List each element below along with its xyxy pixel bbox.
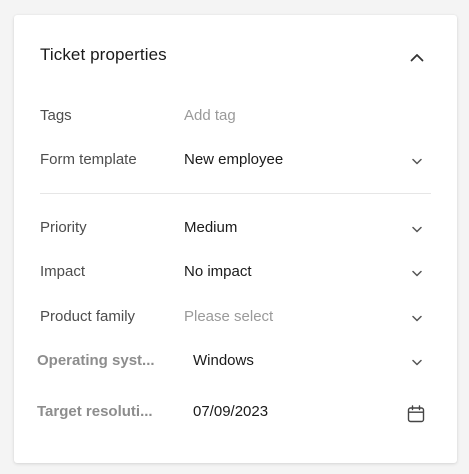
operating-system-value: Windows	[193, 352, 254, 369]
impact-value: No impact	[184, 263, 252, 280]
impact-label: Impact	[40, 263, 86, 280]
field-target-resolution: Target resoluti... 07/09/2023	[14, 394, 457, 430]
field-product-family: Product family Please select	[14, 299, 457, 335]
form-template-select[interactable]: New employee	[174, 142, 444, 178]
chevron-down-icon	[410, 356, 424, 368]
target-resolution-label: Target resoluti...	[37, 403, 153, 420]
chevron-down-icon	[410, 155, 424, 167]
form-template-label: Form template	[40, 151, 137, 168]
form-template-value: New employee	[184, 151, 284, 168]
operating-system-select[interactable]: Windows	[174, 343, 444, 379]
impact-select[interactable]: No impact	[174, 254, 444, 290]
panel-title: Ticket properties	[40, 45, 167, 64]
chevron-down-icon	[410, 223, 424, 235]
field-tags: Tags Add tag	[14, 98, 457, 134]
ticket-properties-panel: Ticket properties Tags Add tag Form temp…	[14, 15, 457, 463]
operating-system-label: Operating syst...	[37, 352, 155, 369]
priority-value: Medium	[184, 219, 238, 236]
section-divider	[40, 193, 431, 194]
chevron-down-icon	[410, 267, 424, 279]
product-family-placeholder: Please select	[184, 308, 274, 325]
tags-label: Tags	[40, 107, 72, 124]
priority-select[interactable]: Medium	[174, 210, 444, 246]
tags-placeholder: Add tag	[184, 107, 236, 124]
chevron-down-icon	[410, 312, 424, 324]
panel-header[interactable]: Ticket properties	[14, 15, 457, 95]
product-family-select[interactable]: Please select	[174, 299, 444, 335]
tags-input[interactable]: Add tag	[174, 98, 444, 134]
field-impact: Impact No impact	[14, 254, 457, 290]
field-form-template: Form template New employee	[14, 142, 457, 178]
product-family-label: Product family	[40, 308, 136, 325]
field-priority: Priority Medium	[14, 210, 457, 246]
chevron-up-icon	[410, 53, 424, 61]
target-resolution-value: 07/09/2023	[193, 403, 269, 420]
target-resolution-date-input[interactable]: 07/09/2023	[174, 394, 444, 430]
collapse-button[interactable]	[407, 47, 427, 67]
calendar-icon[interactable]	[406, 404, 426, 424]
field-operating-system: Operating syst... Windows	[14, 343, 457, 379]
priority-label: Priority	[40, 219, 87, 236]
